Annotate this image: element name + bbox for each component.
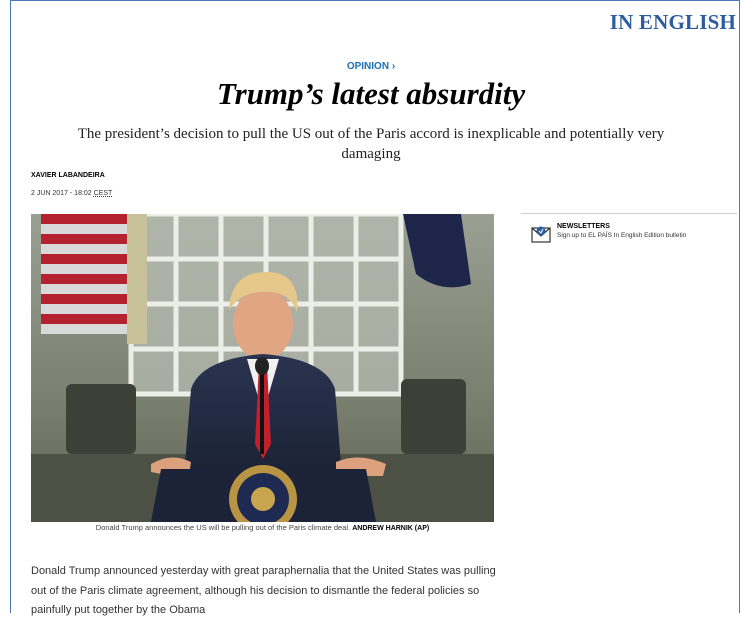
edition-label[interactable]: IN ENGLISH — [610, 10, 736, 35]
photo-credit: ANDREW HARNIK (AP) — [352, 525, 430, 532]
timezone: CEST — [93, 190, 113, 197]
author-name[interactable]: XAVIER LABANDEIRA — [31, 172, 105, 179]
caption-text: Donald Trump announces the US will be pu… — [95, 523, 351, 532]
newsletter-signup[interactable]: NEWSLETTERS Sign up to EL PAÍS In Englis… — [531, 222, 686, 244]
article-headline: Trump’s latest absurdity — [216, 76, 526, 111]
section-link[interactable]: OPINION › — [347, 61, 395, 72]
photo-caption: Donald Trump announces the US will be pu… — [31, 523, 494, 532]
section-kicker: OPINION › — [0, 61, 742, 72]
newsletter-title: NEWSLETTERS — [557, 223, 610, 230]
publish-date: 2 JUN 2017 - 18:02 — [31, 190, 92, 197]
dateline: 2 JUN 2017 - 18:02 CEST — [31, 190, 112, 197]
article-photo[interactable] — [31, 214, 494, 522]
press-conference-illustration — [31, 214, 494, 522]
sidebar-divider — [521, 213, 737, 214]
envelope-icon — [531, 226, 551, 243]
newsletter-subtitle: Sign up to EL PAÍS In English Edition bu… — [557, 232, 687, 239]
article-body: Donald Trump announced yesterday with gr… — [31, 565, 496, 616]
article-subheadline: The president’s decision to pull the US … — [77, 126, 665, 162]
